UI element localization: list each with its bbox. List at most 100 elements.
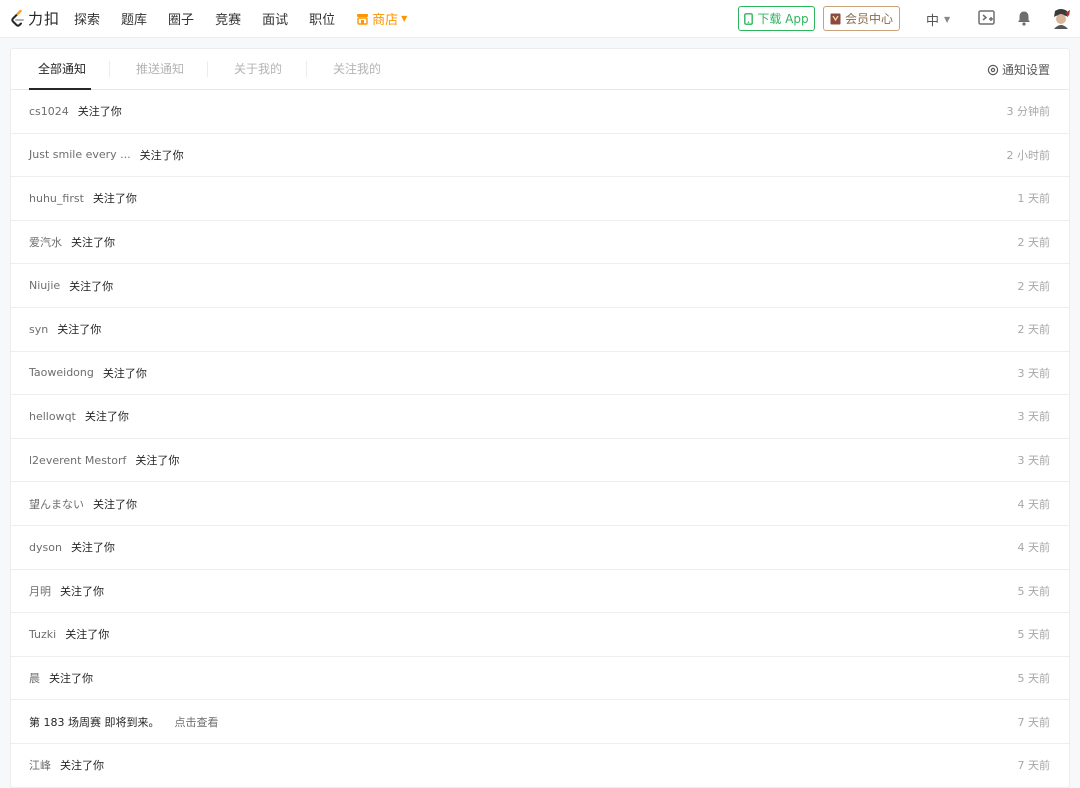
- phone-icon: [744, 12, 754, 25]
- tab-divider: [109, 61, 110, 77]
- notification-row[interactable]: Tuzki 关注了你 5 天前: [11, 613, 1069, 657]
- member-badge-icon: [830, 13, 841, 24]
- notification-row[interactable]: Just smile every ... 关注了你 2 小时前: [11, 134, 1069, 178]
- download-app-button[interactable]: 下载 App: [738, 6, 815, 31]
- notification-user-link[interactable]: Taoweidong: [29, 366, 94, 379]
- notification-row[interactable]: 爱汽水 关注了你 2 天前: [11, 221, 1069, 265]
- gear-icon: [987, 64, 999, 75]
- notification-action-text: 关注了你: [69, 279, 114, 293]
- notification-settings-label: 通知设置: [1001, 63, 1050, 77]
- notification-row[interactable]: 望んまない 关注了你 4 天前: [11, 482, 1069, 526]
- notification-tabs: 全部通知 推送通知 关于我的 关注我的 通知设置: [11, 49, 1069, 90]
- nav-jobs[interactable]: 职位: [309, 9, 335, 28]
- notification-action-text: 关注了你: [84, 410, 129, 424]
- notification-row[interactable]: 晨关注了你 5 天前: [11, 657, 1069, 701]
- notification-action-text: 关注了你: [139, 148, 184, 162]
- leetcode-logo-icon: [11, 9, 24, 27]
- notification-row[interactable]: Niujie 关注了你 2 天前: [11, 264, 1069, 308]
- language-label: 中: [926, 14, 940, 29]
- tab-divider: [306, 61, 307, 77]
- nav-circle[interactable]: 圈子: [168, 9, 194, 28]
- notification-action-text: 关注了你: [60, 584, 104, 598]
- notification-action-text: 关注了你: [70, 541, 115, 555]
- notification-timestamp: 5 天前: [1017, 584, 1051, 598]
- tab-push-notifications[interactable]: 推送通知: [136, 49, 184, 90]
- notification-action-text: 关注了你: [60, 759, 104, 773]
- notification-user-link[interactable]: 晨: [29, 670, 40, 686]
- top-navbar: 力扣 探索 题库 圈子 竞赛 面试 职位 商店 ▼ 下载 App 会员中心 中 …: [0, 0, 1080, 38]
- member-center-button[interactable]: 会员中心: [823, 6, 900, 31]
- notification-row[interactable]: l2everent Mestorf 关注了你 3 天前: [11, 439, 1069, 483]
- notification-action-text: 关注了你: [135, 454, 180, 468]
- notification-timestamp: 1 天前: [1017, 192, 1051, 206]
- chevron-down-icon: ▼: [944, 15, 951, 24]
- notification-settings-button[interactable]: 通知设置: [987, 49, 1050, 90]
- notification-timestamp: 7 天前: [1017, 759, 1051, 773]
- user-avatar-icon[interactable]: [1050, 7, 1072, 29]
- notification-user-link[interactable]: 望んまない: [29, 496, 84, 512]
- bell-icon[interactable]: [1016, 10, 1032, 26]
- language-switcher[interactable]: 中 ▼: [926, 10, 950, 29]
- notification-row[interactable]: cs1024 关注了你 3 分钟前: [11, 90, 1069, 134]
- notification-timestamp: 4 天前: [1017, 497, 1051, 511]
- notification-row[interactable]: hellowqt 关注了你 3 天前: [11, 395, 1069, 439]
- notification-user-link[interactable]: 江峰: [29, 757, 51, 773]
- playground-icon[interactable]: [978, 10, 996, 26]
- notification-user-link[interactable]: dyson: [29, 541, 62, 554]
- download-app-label: 下载 App: [757, 12, 809, 26]
- notification-action-text: 第 183 场周赛 即将到来。: [29, 715, 160, 729]
- notification-user-link[interactable]: syn: [29, 323, 48, 336]
- notification-timestamp: 3 天前: [1017, 454, 1051, 468]
- notification-timestamp: 3 分钟前: [1006, 105, 1051, 119]
- notification-timestamp: 2 天前: [1017, 279, 1051, 293]
- notification-action-text: 关注了你: [49, 672, 93, 686]
- notification-list: cs1024 关注了你 3 分钟前 Just smile every ... 关注了你 2…: [11, 90, 1069, 788]
- nav-problems[interactable]: 题库: [121, 9, 147, 28]
- notification-timestamp: 7 天前: [1017, 715, 1051, 729]
- chevron-down-icon: ▼: [401, 14, 408, 23]
- nav-explore[interactable]: 探索: [74, 9, 100, 28]
- notification-row[interactable]: dyson 关注了你 4 天前: [11, 526, 1069, 570]
- nav-shop-label: 商店: [372, 13, 399, 28]
- shop-icon: [357, 13, 369, 25]
- notification-timestamp: 2 小时前: [1006, 148, 1051, 162]
- notification-user-link[interactable]: Just smile every ...: [29, 148, 131, 161]
- notification-user-link[interactable]: 爱汽水: [29, 234, 62, 250]
- notification-timestamp: 5 天前: [1017, 628, 1051, 642]
- logo[interactable]: 力扣: [10, 0, 60, 38]
- notification-row[interactable]: huhu_first 关注了你 1 天前: [11, 177, 1069, 221]
- notification-timestamp: 4 天前: [1017, 541, 1051, 555]
- notification-row[interactable]: Taoweidong 关注了你 3 天前: [11, 352, 1069, 396]
- logo-text: 力扣: [28, 10, 61, 28]
- notification-action-text: 关注了你: [71, 236, 115, 250]
- tab-divider: [207, 61, 208, 77]
- notification-row[interactable]: 江峰 关注了你 7 天前: [11, 744, 1069, 788]
- nav-interview[interactable]: 面试: [262, 9, 288, 28]
- notification-action-text: 关注了你: [92, 192, 137, 206]
- notification-user-link[interactable]: Tuzki: [29, 628, 56, 641]
- member-center-label: 会员中心: [844, 12, 893, 26]
- notification-action-text: 关注了你: [65, 628, 110, 642]
- nav-contest[interactable]: 竞赛: [215, 9, 241, 28]
- notification-timestamp: 2 天前: [1017, 323, 1051, 337]
- notification-action-text: 关注了你: [57, 323, 102, 337]
- notification-timestamp: 3 天前: [1017, 410, 1051, 424]
- tab-all-notifications[interactable]: 全部通知: [38, 49, 86, 90]
- notifications-card: 全部通知 推送通知 关于我的 关注我的 通知设置 cs1024 关注了你 3 分钟前…: [10, 48, 1070, 788]
- tab-about-me[interactable]: 关于我的: [234, 49, 282, 90]
- notification-view-link[interactable]: 点击查看: [175, 714, 219, 730]
- notification-row[interactable]: 第 183 场周赛 即将到来。 点击查看 7 天前: [11, 700, 1069, 744]
- notification-user-link[interactable]: cs1024: [29, 105, 69, 118]
- notification-user-link[interactable]: hellowqt: [29, 410, 76, 423]
- notification-action-text: 关注了你: [102, 366, 147, 380]
- notification-row[interactable]: 月明 关注了你 5 天前: [11, 570, 1069, 614]
- notification-user-link[interactable]: Niujie: [29, 279, 60, 292]
- tab-followers[interactable]: 关注我的: [333, 49, 381, 90]
- notification-row[interactable]: syn 关注了你 2 天前: [11, 308, 1069, 352]
- notification-user-link[interactable]: l2everent Mestorf: [29, 454, 126, 467]
- notification-user-link[interactable]: 月明: [29, 583, 51, 599]
- notification-action-text: 关注了你: [93, 497, 137, 511]
- notification-user-link[interactable]: huhu_first: [29, 192, 84, 205]
- notification-action-text: 关注了你: [77, 105, 122, 119]
- nav-shop[interactable]: 商店 ▼: [356, 9, 407, 28]
